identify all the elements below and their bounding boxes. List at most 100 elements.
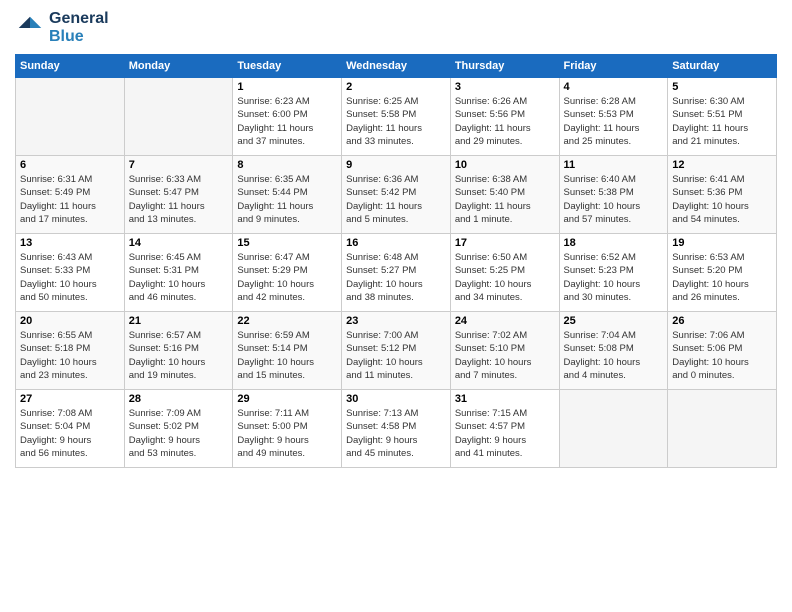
day-number: 2 xyxy=(346,81,446,93)
day-info: Sunrise: 6:50 AM Sunset: 5:25 PM Dayligh… xyxy=(455,251,555,304)
header: General Blue xyxy=(15,10,777,46)
column-header-tuesday: Tuesday xyxy=(233,55,342,78)
week-row-5: 27Sunrise: 7:08 AM Sunset: 5:04 PM Dayli… xyxy=(16,390,777,468)
logo-icon xyxy=(15,13,45,43)
day-number: 24 xyxy=(455,315,555,327)
day-number: 14 xyxy=(129,237,229,249)
day-number: 7 xyxy=(129,159,229,171)
calendar-cell: 18Sunrise: 6:52 AM Sunset: 5:23 PM Dayli… xyxy=(559,234,668,312)
day-info: Sunrise: 6:28 AM Sunset: 5:53 PM Dayligh… xyxy=(564,95,664,148)
calendar-cell: 22Sunrise: 6:59 AM Sunset: 5:14 PM Dayli… xyxy=(233,312,342,390)
week-row-1: 1Sunrise: 6:23 AM Sunset: 6:00 PM Daylig… xyxy=(16,78,777,156)
calendar-cell: 13 Sunrise: 6:43 AM Sunset: 5:33 PM Dayli… xyxy=(16,234,125,312)
calendar-cell: 7 Sunrise: 6:33 AM Sunset: 5:47 PM Daylig… xyxy=(124,156,233,234)
day-number: 8 xyxy=(237,159,337,171)
day-info: Sunrise: 6:40 AM Sunset: 5:38 PM Dayligh… xyxy=(564,173,664,226)
day-number: 15 xyxy=(237,237,337,249)
day-info: Sunrise: 6:36 AM Sunset: 5:42 PM Dayligh… xyxy=(346,173,446,226)
calendar-cell: 24 Sunrise: 7:02 AM Sunset: 5:10 PM Dayli… xyxy=(450,312,559,390)
day-number: 18 xyxy=(564,237,664,249)
calendar-cell: 14 Sunrise: 6:45 AM Sunset: 5:31 PM Dayli… xyxy=(124,234,233,312)
logo: General Blue xyxy=(15,10,109,46)
calendar-cell: 11 Sunrise: 6:40 AM Sunset: 5:38 PM Dayli… xyxy=(559,156,668,234)
column-header-wednesday: Wednesday xyxy=(342,55,451,78)
logo-text: General Blue xyxy=(49,10,109,46)
day-info: Sunrise: 6:33 AM Sunset: 5:47 PM Dayligh… xyxy=(129,173,229,226)
day-info: Sunrise: 7:11 AM Sunset: 5:00 PM Dayligh… xyxy=(237,407,337,460)
day-number: 31 xyxy=(455,393,555,405)
column-header-sunday: Sunday xyxy=(16,55,125,78)
day-number: 11 xyxy=(564,159,664,171)
header-row: SundayMondayTuesdayWednesdayThursdayFrid… xyxy=(16,55,777,78)
day-number: 19 xyxy=(672,237,772,249)
day-number: 16 xyxy=(346,237,446,249)
column-header-saturday: Saturday xyxy=(668,55,777,78)
day-info: Sunrise: 6:59 AM Sunset: 5:14 PM Dayligh… xyxy=(237,329,337,382)
day-number: 21 xyxy=(129,315,229,327)
day-info: Sunrise: 7:04 AM Sunset: 5:08 PM Dayligh… xyxy=(564,329,664,382)
day-number: 12 xyxy=(672,159,772,171)
day-number: 9 xyxy=(346,159,446,171)
day-number: 13 xyxy=(20,237,120,249)
day-number: 26 xyxy=(672,315,772,327)
day-number: 25 xyxy=(564,315,664,327)
day-info: Sunrise: 6:53 AM Sunset: 5:20 PM Dayligh… xyxy=(672,251,772,304)
column-header-monday: Monday xyxy=(124,55,233,78)
calendar-cell: 4 Sunrise: 6:28 AM Sunset: 5:53 PM Daylig… xyxy=(559,78,668,156)
day-info: Sunrise: 6:43 AM Sunset: 5:33 PM Dayligh… xyxy=(20,251,120,304)
day-number: 29 xyxy=(237,393,337,405)
day-number: 30 xyxy=(346,393,446,405)
day-number: 6 xyxy=(20,159,120,171)
day-number: 20 xyxy=(20,315,120,327)
day-info: Sunrise: 7:15 AM Sunset: 4:57 PM Dayligh… xyxy=(455,407,555,460)
week-row-2: 6 Sunrise: 6:31 AM Sunset: 5:49 PM Daylig… xyxy=(16,156,777,234)
calendar-cell xyxy=(124,78,233,156)
day-number: 3 xyxy=(455,81,555,93)
day-info: Sunrise: 7:09 AM Sunset: 5:02 PM Dayligh… xyxy=(129,407,229,460)
day-number: 23 xyxy=(346,315,446,327)
calendar-cell: 8Sunrise: 6:35 AM Sunset: 5:44 PM Daylig… xyxy=(233,156,342,234)
day-info: Sunrise: 6:41 AM Sunset: 5:36 PM Dayligh… xyxy=(672,173,772,226)
day-info: Sunrise: 7:13 AM Sunset: 4:58 PM Dayligh… xyxy=(346,407,446,460)
day-info: Sunrise: 6:38 AM Sunset: 5:40 PM Dayligh… xyxy=(455,173,555,226)
calendar-cell: 23 Sunrise: 7:00 AM Sunset: 5:12 PM Dayli… xyxy=(342,312,451,390)
day-info: Sunrise: 7:02 AM Sunset: 5:10 PM Dayligh… xyxy=(455,329,555,382)
calendar-cell: 28 Sunrise: 7:09 AM Sunset: 5:02 PM Dayli… xyxy=(124,390,233,468)
day-number: 4 xyxy=(564,81,664,93)
calendar-cell: 19 Sunrise: 6:53 AM Sunset: 5:20 PM Dayli… xyxy=(668,234,777,312)
calendar-cell: 6 Sunrise: 6:31 AM Sunset: 5:49 PM Daylig… xyxy=(16,156,125,234)
day-number: 27 xyxy=(20,393,120,405)
calendar-cell: 9 Sunrise: 6:36 AM Sunset: 5:42 PM Daylig… xyxy=(342,156,451,234)
calendar-cell: 31 Sunrise: 7:15 AM Sunset: 4:57 PM Dayli… xyxy=(450,390,559,468)
calendar-table: SundayMondayTuesdayWednesdayThursdayFrid… xyxy=(15,54,777,468)
day-info: Sunrise: 7:00 AM Sunset: 5:12 PM Dayligh… xyxy=(346,329,446,382)
day-number: 10 xyxy=(455,159,555,171)
day-info: Sunrise: 6:45 AM Sunset: 5:31 PM Dayligh… xyxy=(129,251,229,304)
day-number: 5 xyxy=(672,81,772,93)
day-number: 28 xyxy=(129,393,229,405)
calendar-cell xyxy=(668,390,777,468)
calendar-cell: 17 Sunrise: 6:50 AM Sunset: 5:25 PM Dayli… xyxy=(450,234,559,312)
calendar-cell xyxy=(559,390,668,468)
page: General Blue SundayMondayTuesdayWednesda… xyxy=(0,0,792,612)
calendar-cell: 21 Sunrise: 6:57 AM Sunset: 5:16 PM Dayli… xyxy=(124,312,233,390)
day-info: Sunrise: 6:23 AM Sunset: 6:00 PM Dayligh… xyxy=(237,95,337,148)
week-row-3: 13 Sunrise: 6:43 AM Sunset: 5:33 PM Dayli… xyxy=(16,234,777,312)
calendar-cell: 2 Sunrise: 6:25 AM Sunset: 5:58 PM Daylig… xyxy=(342,78,451,156)
calendar-cell: 27Sunrise: 7:08 AM Sunset: 5:04 PM Dayli… xyxy=(16,390,125,468)
day-info: Sunrise: 6:57 AM Sunset: 5:16 PM Dayligh… xyxy=(129,329,229,382)
day-number: 17 xyxy=(455,237,555,249)
day-info: Sunrise: 6:31 AM Sunset: 5:49 PM Dayligh… xyxy=(20,173,120,226)
day-info: Sunrise: 6:55 AM Sunset: 5:18 PM Dayligh… xyxy=(20,329,120,382)
calendar-cell: 25 Sunrise: 7:04 AM Sunset: 5:08 PM Dayli… xyxy=(559,312,668,390)
column-header-thursday: Thursday xyxy=(450,55,559,78)
calendar-cell: 3Sunrise: 6:26 AM Sunset: 5:56 PM Daylig… xyxy=(450,78,559,156)
calendar-cell: 29 Sunrise: 7:11 AM Sunset: 5:00 PM Dayli… xyxy=(233,390,342,468)
day-info: Sunrise: 6:25 AM Sunset: 5:58 PM Dayligh… xyxy=(346,95,446,148)
week-row-4: 20 Sunrise: 6:55 AM Sunset: 5:18 PM Dayli… xyxy=(16,312,777,390)
calendar-cell: 15Sunrise: 6:47 AM Sunset: 5:29 PM Dayli… xyxy=(233,234,342,312)
day-info: Sunrise: 6:48 AM Sunset: 5:27 PM Dayligh… xyxy=(346,251,446,304)
calendar-cell: 20 Sunrise: 6:55 AM Sunset: 5:18 PM Dayli… xyxy=(16,312,125,390)
calendar-cell: 1Sunrise: 6:23 AM Sunset: 6:00 PM Daylig… xyxy=(233,78,342,156)
calendar-cell: 10 Sunrise: 6:38 AM Sunset: 5:40 PM Dayli… xyxy=(450,156,559,234)
